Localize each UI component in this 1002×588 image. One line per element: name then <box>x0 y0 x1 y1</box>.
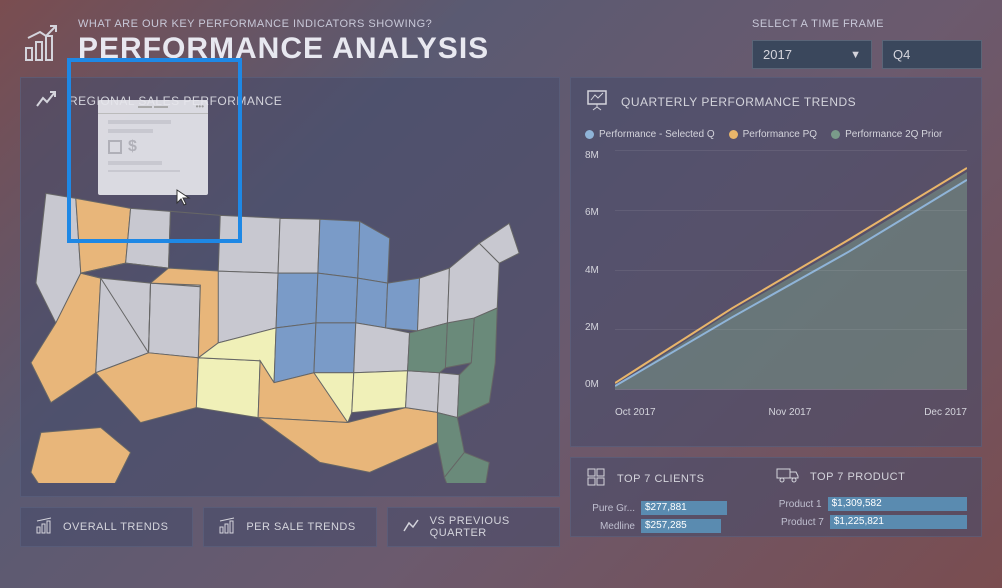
vs-previous-tab[interactable]: VS PREVIOUS QUARTER <box>387 507 560 547</box>
trend-icon <box>35 88 57 113</box>
chevron-down-icon: ▼ <box>850 49 861 61</box>
overall-trends-label: OVERALL TRENDS <box>63 521 168 533</box>
ranking-value: $1,309,582 <box>832 497 882 511</box>
ranking-row[interactable]: Product 7 $1,225,821 <box>776 515 967 529</box>
per-sale-trends-tab[interactable]: PER SALE TRENDS <box>203 507 376 547</box>
top-products-title: TOP 7 PRODUCT <box>810 471 905 483</box>
ranking-label: Product 1 <box>776 499 822 510</box>
x-tick: Oct 2017 <box>615 407 656 418</box>
trends-title: QUARTERLY PERFORMANCE TRENDS <box>621 95 856 109</box>
year-value: 2017 <box>763 47 792 62</box>
overall-trends-tab[interactable]: OVERALL TRENDS <box>20 507 193 547</box>
ranking-bar: $277,881 <box>641 501 727 515</box>
chart-up-icon <box>20 22 62 69</box>
top-clients-title: TOP 7 CLIENTS <box>617 473 704 485</box>
quarter-dropdown[interactable]: Q4 <box>882 40 982 69</box>
quarter-value: Q4 <box>893 47 910 62</box>
line-chart-icon <box>402 517 420 538</box>
legend-item-1[interactable]: Performance - Selected Q <box>585 129 715 140</box>
ranking-label: Pure Gr... <box>585 503 635 514</box>
truck-icon <box>776 466 800 487</box>
ranking-value: $277,881 <box>645 501 687 515</box>
legend-label-1: Performance - Selected Q <box>599 129 715 140</box>
y-tick: 6M <box>585 207 599 218</box>
ranking-value: $1,225,821 <box>834 515 884 529</box>
year-dropdown[interactable]: 2017 ▼ <box>752 40 872 69</box>
bars-up-icon <box>218 517 236 538</box>
ranking-label: Product 7 <box>776 517 824 528</box>
legend-dot-icon <box>831 130 840 139</box>
ranking-row[interactable]: Pure Gr... $277,881 <box>585 501 776 515</box>
header-subtitle: WHAT ARE OUR KEY PERFORMANCE INDICATORS … <box>78 18 489 30</box>
floating-widget[interactable]: ••• $ <box>98 100 208 195</box>
y-tick: 4M <box>585 265 599 276</box>
per-sale-trends-label: PER SALE TRENDS <box>246 521 355 533</box>
ranking-row[interactable]: Medline $257,285 <box>585 519 776 533</box>
y-tick: 8M <box>585 150 599 161</box>
ranking-row[interactable]: Product 1 $1,309,582 <box>776 497 967 511</box>
bars-up-icon <box>35 517 53 538</box>
vs-previous-label: VS PREVIOUS QUARTER <box>430 515 545 539</box>
y-tick: 2M <box>585 322 599 333</box>
legend-item-2[interactable]: Performance PQ <box>729 129 817 140</box>
legend-dot-icon <box>585 130 594 139</box>
ranking-bar: $257,285 <box>641 519 721 533</box>
ranking-label: Medline <box>585 521 635 532</box>
trends-panel: QUARTERLY PERFORMANCE TRENDS Performance… <box>570 77 982 447</box>
ranking-bar: $1,309,582 <box>828 497 967 511</box>
legend-dot-icon <box>729 130 738 139</box>
legend-item-3[interactable]: Performance 2Q Prior <box>831 129 942 140</box>
x-tick: Dec 2017 <box>924 407 967 418</box>
cursor-icon <box>175 188 193 211</box>
y-tick: 0M <box>585 379 599 390</box>
time-frame-label: SELECT A TIME FRAME <box>752 18 982 30</box>
x-tick: Nov 2017 <box>768 407 811 418</box>
ranking-value: $257,285 <box>645 519 687 533</box>
trends-chart[interactable]: 8M 6M 4M 2M 0M <box>571 150 981 430</box>
rankings-panel: TOP 7 CLIENTS Pure Gr... $277,881 Medline $… <box>570 457 982 537</box>
page-title: PERFORMANCE ANALYSIS <box>78 32 489 66</box>
presentation-icon <box>585 88 609 115</box>
ranking-bar: $1,225,821 <box>830 515 967 529</box>
legend-label-2: Performance PQ <box>743 129 817 140</box>
legend-label-3: Performance 2Q Prior <box>845 129 942 140</box>
clients-icon <box>585 466 607 491</box>
